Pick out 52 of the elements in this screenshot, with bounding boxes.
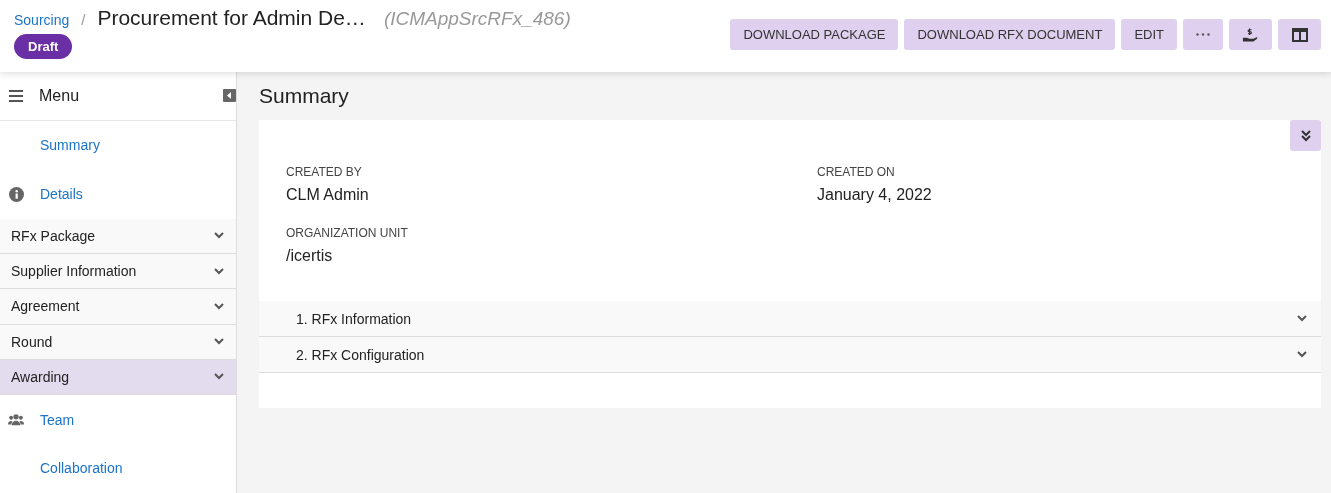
menu-group[interactable]: RFx Package — [0, 218, 236, 255]
accordion-section[interactable]: 2. RFx Configuration — [259, 337, 1321, 373]
menu-link-label: Details — [40, 186, 83, 203]
field-label: ORGANIZATION UNIT — [286, 226, 409, 240]
payment-button[interactable] — [1229, 19, 1272, 50]
menu-group[interactable]: Agreement — [0, 289, 236, 325]
breadcrumb-separator: / — [81, 11, 86, 28]
menu-group-label: Agreement — [11, 298, 80, 315]
chevron-icon — [214, 267, 224, 275]
action-button[interactable]: EDIT — [1121, 19, 1177, 50]
menu-group-label: Supplier Information — [11, 263, 137, 280]
accordion-section[interactable]: 1. RFx Information — [259, 301, 1321, 337]
action-button[interactable]: DOWNLOAD RFX DOCUMENT — [904, 19, 1116, 50]
columns-icon — [1291, 27, 1308, 42]
status-badge: Draft — [14, 34, 73, 59]
more-icon — [1196, 33, 1210, 36]
chevron-icon — [214, 338, 224, 346]
field-value: /icertis — [286, 247, 334, 265]
accordion-label: 2. RFx Configuration — [296, 346, 425, 363]
layout-button[interactable] — [1278, 19, 1321, 50]
field-value: January 4, 2022 — [817, 186, 933, 204]
menu-group-label: Awarding — [11, 368, 70, 385]
hand-dollar-icon — [1242, 26, 1259, 43]
menu-icon[interactable] — [9, 89, 23, 102]
breadcrumb-link[interactable]: Sourcing — [14, 12, 70, 28]
chevron-icon — [214, 373, 224, 381]
menu-group-label: Round — [11, 333, 53, 350]
field-value: CLM Admin — [286, 186, 370, 204]
accordion-label: 1. RFx Information — [296, 310, 412, 327]
double-chevron-icon — [1300, 129, 1311, 142]
info-icon — [8, 186, 24, 202]
menu-link-label: Team — [40, 411, 75, 428]
chevron-icon — [1297, 315, 1307, 322]
collapse-all-button[interactable] — [1290, 120, 1321, 151]
field-label: CREATED ON — [817, 165, 896, 179]
section-heading: Summary — [259, 84, 350, 108]
menu-title: Menu — [39, 86, 81, 105]
page-heading: Procurement for Admin De… — [97, 6, 366, 30]
action-button[interactable]: DOWNLOAD PACKAGE — [730, 19, 899, 50]
chevron-icon — [214, 302, 224, 310]
menu-link-label: Collaboration — [40, 460, 123, 477]
chevron-icon — [1297, 351, 1307, 358]
team-icon — [8, 413, 24, 427]
menu-group[interactable]: Supplier Information — [0, 254, 236, 290]
menu-link-label: Summary — [40, 137, 100, 154]
menu-group[interactable]: Awarding — [0, 359, 236, 396]
collapse-sidebar-icon[interactable] — [223, 89, 236, 103]
menu-group-label: RFx Package — [11, 227, 96, 244]
menu-group[interactable]: Round — [0, 324, 236, 360]
record-id: (ICMAppSrcRFx_486) — [383, 8, 571, 30]
chevron-icon — [214, 232, 224, 240]
field-label: CREATED BY — [286, 165, 363, 179]
